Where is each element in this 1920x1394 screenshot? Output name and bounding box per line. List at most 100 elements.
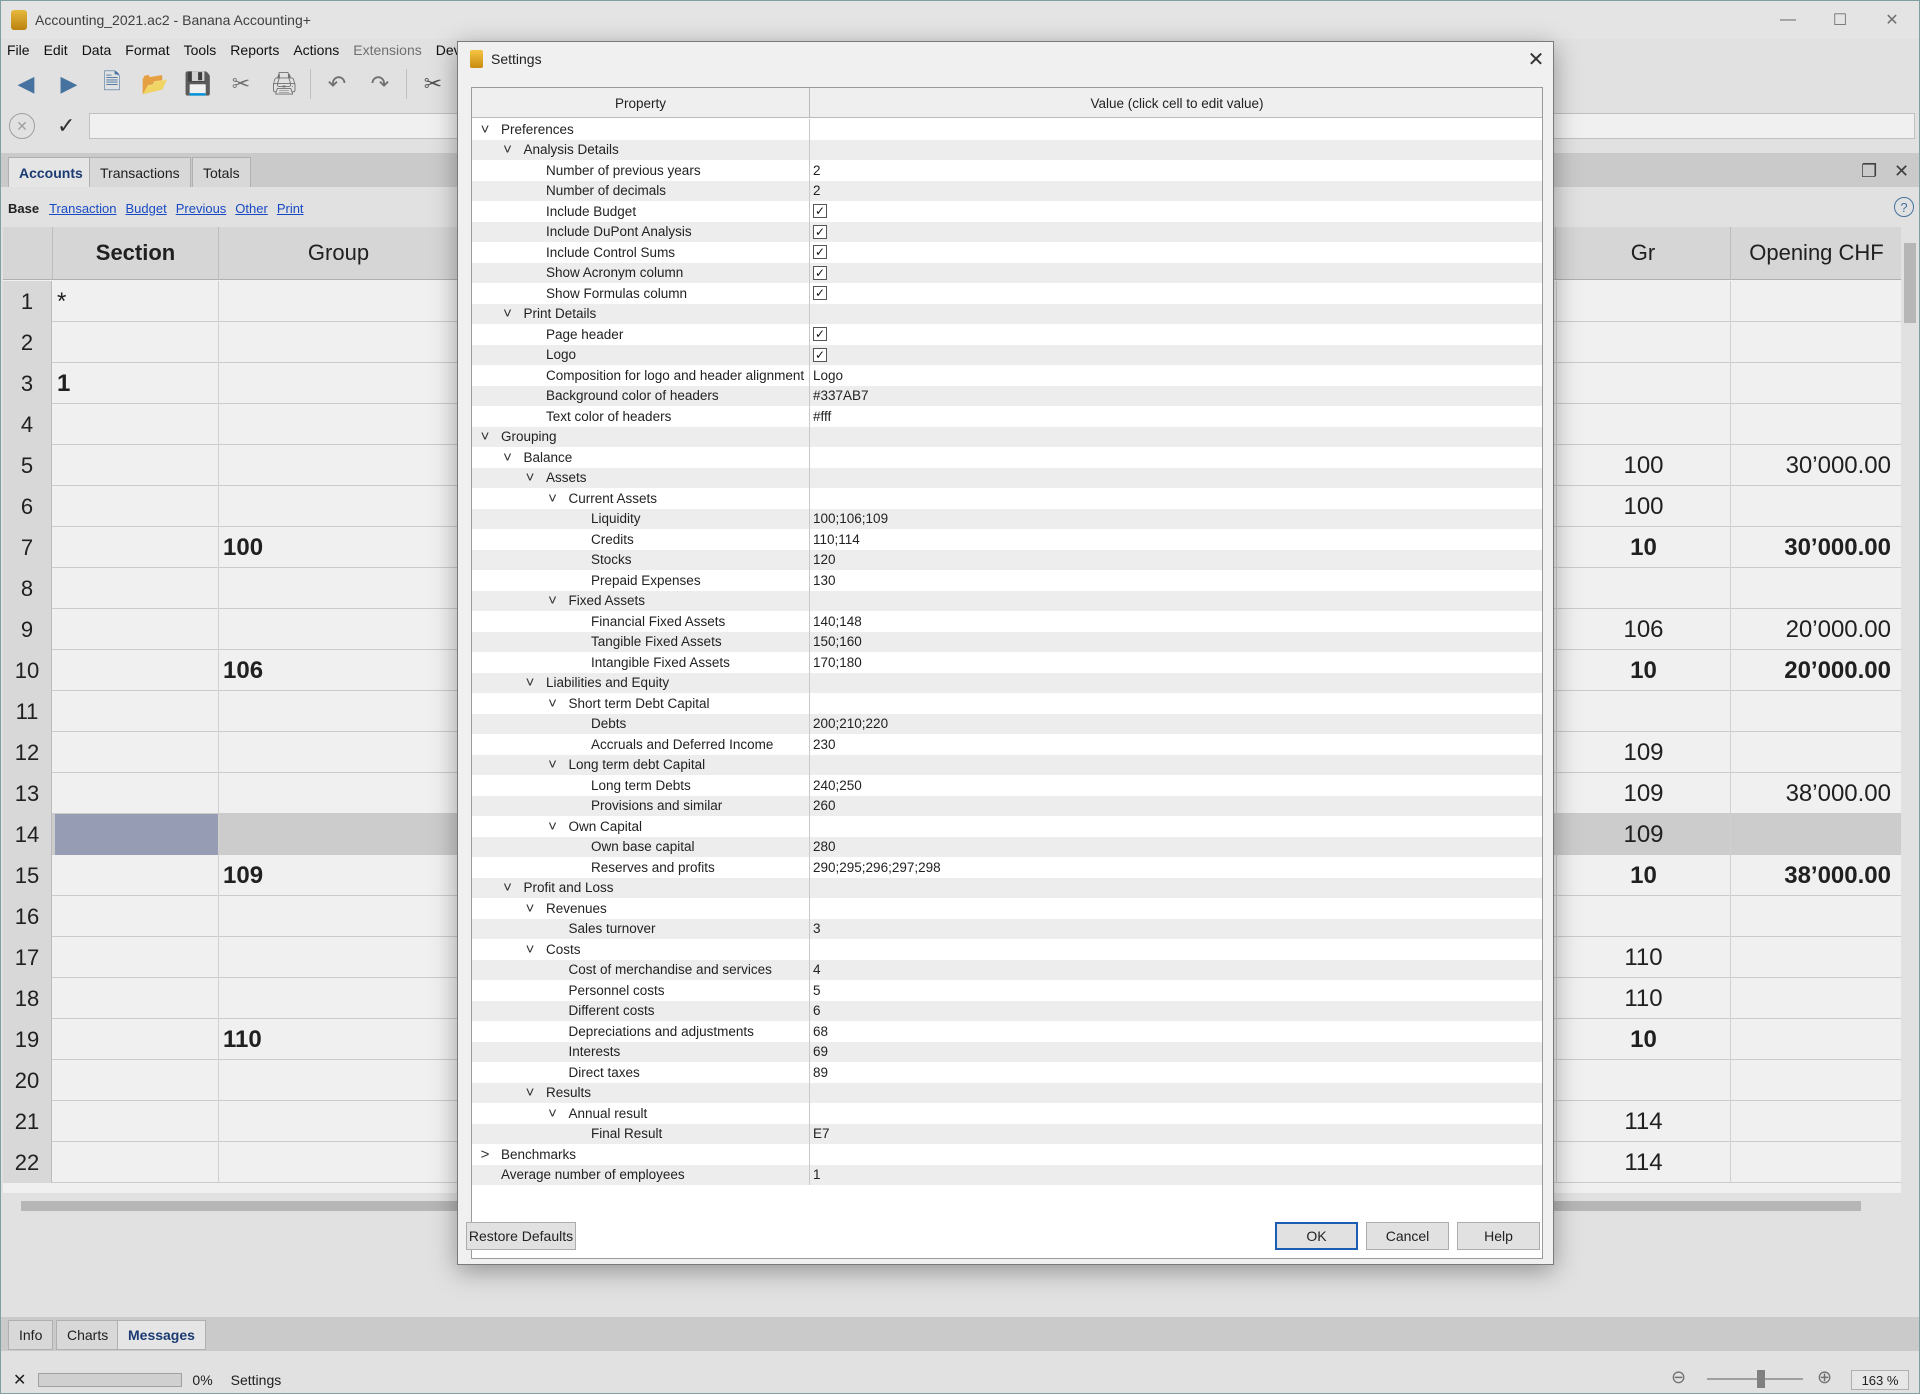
value-cell[interactable]: 150;160 xyxy=(810,632,1542,653)
value-cell[interactable]: ✓ xyxy=(810,263,1542,284)
settings-row[interactable]: ˅ Balance xyxy=(472,447,1542,468)
chevron-down-icon[interactable]: ˅ xyxy=(546,490,560,507)
value-cell[interactable]: 200;210;220 xyxy=(810,714,1542,735)
help-button[interactable]: Help xyxy=(1457,1222,1540,1250)
settings-row[interactable]: Include Control Sums ✓ xyxy=(472,242,1542,263)
chevron-down-icon[interactable]: ˅ xyxy=(546,756,560,773)
value-cell[interactable]: 6 xyxy=(810,1001,1542,1022)
settings-row[interactable]: ˅ Own Capital xyxy=(472,816,1542,837)
chevron-down-icon[interactable]: ˅ xyxy=(478,428,492,445)
value-cell[interactable] xyxy=(810,119,1542,140)
value-cell[interactable] xyxy=(810,427,1542,448)
settings-row[interactable]: ˅ Profit and Loss xyxy=(472,877,1542,899)
value-cell[interactable]: 2 xyxy=(810,160,1542,181)
settings-row[interactable]: Include DuPont Analysis ✓ xyxy=(472,221,1542,243)
settings-row[interactable]: Logo ✓ xyxy=(472,344,1542,365)
settings-row[interactable]: Financial Fixed Assets 140;148 xyxy=(472,611,1542,632)
value-cell[interactable]: 120 xyxy=(810,550,1542,571)
settings-row[interactable]: Show Formulas column ✓ xyxy=(472,283,1542,304)
chevron-down-icon[interactable]: ˅ xyxy=(501,449,515,466)
value-cell[interactable]: 100;106;109 xyxy=(810,509,1542,530)
chevron-down-icon[interactable]: ˅ xyxy=(546,818,560,835)
settings-row[interactable]: Depreciations and adjustments 68 xyxy=(472,1021,1542,1042)
settings-row[interactable]: Show Acronym column ✓ xyxy=(472,262,1542,284)
value-cell[interactable]: 69 xyxy=(810,1042,1542,1063)
settings-row[interactable]: Own base capital 280 xyxy=(472,836,1542,858)
settings-row[interactable]: Number of previous years 2 xyxy=(472,160,1542,181)
settings-row[interactable]: Provisions and similar 260 xyxy=(472,795,1542,817)
settings-row[interactable]: ˅ Liabilities and Equity xyxy=(472,672,1542,693)
settings-row[interactable]: ˃ Benchmarks xyxy=(472,1144,1542,1165)
value-cell[interactable] xyxy=(810,140,1542,161)
settings-row[interactable]: Composition for logo and header alignmen… xyxy=(472,365,1542,386)
settings-row[interactable]: Final Result E7 xyxy=(472,1123,1542,1144)
value-cell[interactable] xyxy=(810,878,1542,899)
chevron-down-icon[interactable]: ˅ xyxy=(523,674,537,691)
settings-row[interactable]: ˅ Print Details xyxy=(472,303,1542,325)
checkbox-checked[interactable]: ✓ xyxy=(813,327,827,342)
value-cell[interactable] xyxy=(810,1083,1542,1104)
settings-row[interactable]: Text color of headers #fff xyxy=(472,406,1542,427)
value-cell[interactable]: 68 xyxy=(810,1021,1542,1042)
value-cell[interactable]: 5 xyxy=(810,980,1542,1001)
value-cell[interactable] xyxy=(810,898,1542,919)
value-cell[interactable]: #fff xyxy=(810,406,1542,427)
value-cell[interactable]: 89 xyxy=(810,1062,1542,1083)
checkbox-checked[interactable]: ✓ xyxy=(813,347,827,362)
settings-row[interactable]: ˅ Grouping xyxy=(472,426,1542,448)
value-cell[interactable]: 1 xyxy=(810,1165,1542,1186)
settings-row[interactable]: Sales turnover 3 xyxy=(472,918,1542,940)
settings-row[interactable]: ˅ Assets xyxy=(472,467,1542,489)
value-cell[interactable]: 3 xyxy=(810,919,1542,940)
value-cell[interactable] xyxy=(810,488,1542,509)
settings-row[interactable]: ˅ Analysis Details xyxy=(472,139,1542,161)
value-cell[interactable] xyxy=(810,304,1542,325)
cancel-button[interactable]: Cancel xyxy=(1366,1222,1449,1250)
settings-row[interactable]: Number of decimals 2 xyxy=(472,180,1542,202)
restore-defaults-button[interactable]: Restore Defaults xyxy=(466,1222,576,1250)
value-cell[interactable] xyxy=(810,939,1542,960)
chevron-down-icon[interactable]: ˅ xyxy=(501,141,515,158)
settings-row[interactable]: Long term Debts 240;250 xyxy=(472,775,1542,796)
settings-row[interactable]: ˅ Preferences xyxy=(472,119,1542,140)
value-cell[interactable]: 110;114 xyxy=(810,529,1542,550)
chevron-down-icon[interactable]: ˅ xyxy=(478,121,492,138)
settings-row[interactable]: Liquidity 100;106;109 xyxy=(472,508,1542,530)
settings-row[interactable]: ˅ Annual result xyxy=(472,1103,1542,1124)
value-cell[interactable]: 4 xyxy=(810,960,1542,981)
chevron-down-icon[interactable]: ˅ xyxy=(523,900,537,917)
value-cell[interactable]: ✓ xyxy=(810,222,1542,243)
chevron-down-icon[interactable]: ˅ xyxy=(501,879,515,896)
value-cell[interactable] xyxy=(810,447,1542,468)
settings-row[interactable]: Stocks 120 xyxy=(472,549,1542,571)
checkbox-checked[interactable]: ✓ xyxy=(813,286,827,301)
settings-row[interactable]: Interests 69 xyxy=(472,1041,1542,1063)
chevron-down-icon[interactable]: ˅ xyxy=(523,469,537,486)
settings-row[interactable]: Average number of employees 1 xyxy=(472,1164,1542,1186)
chevron-down-icon[interactable]: ˅ xyxy=(523,941,537,958)
settings-row[interactable]: ˅ Revenues xyxy=(472,898,1542,919)
settings-row[interactable]: Prepaid Expenses 130 xyxy=(472,570,1542,591)
value-cell[interactable]: 2 xyxy=(810,181,1542,202)
value-cell[interactable]: 260 xyxy=(810,796,1542,817)
settings-row[interactable]: ˅ Results xyxy=(472,1082,1542,1104)
value-cell[interactable] xyxy=(810,591,1542,612)
settings-row[interactable]: Debts 200;210;220 xyxy=(472,713,1542,735)
settings-row[interactable]: Accruals and Deferred Income 230 xyxy=(472,734,1542,755)
settings-row[interactable]: Intangible Fixed Assets 170;180 xyxy=(472,652,1542,673)
settings-row[interactable]: Credits 110;114 xyxy=(472,529,1542,550)
chevron-down-icon[interactable]: ˅ xyxy=(546,695,560,712)
value-cell[interactable]: #337AB7 xyxy=(810,386,1542,407)
settings-row[interactable]: Tangible Fixed Assets 150;160 xyxy=(472,631,1542,653)
value-cell[interactable] xyxy=(810,468,1542,489)
value-cell[interactable]: 170;180 xyxy=(810,652,1542,673)
chevron-right-icon[interactable]: ˃ xyxy=(478,1146,492,1163)
value-cell[interactable]: ✓ xyxy=(810,324,1542,345)
settings-row[interactable]: Personnel costs 5 xyxy=(472,980,1542,1001)
value-cell[interactable]: ✓ xyxy=(810,242,1542,263)
settings-row[interactable]: ˅ Short term Debt Capital xyxy=(472,693,1542,714)
value-cell[interactable] xyxy=(810,1103,1542,1124)
close-icon[interactable]: ✕ xyxy=(1522,46,1550,72)
value-cell[interactable]: 280 xyxy=(810,837,1542,858)
value-cell[interactable]: ✓ xyxy=(810,201,1542,222)
